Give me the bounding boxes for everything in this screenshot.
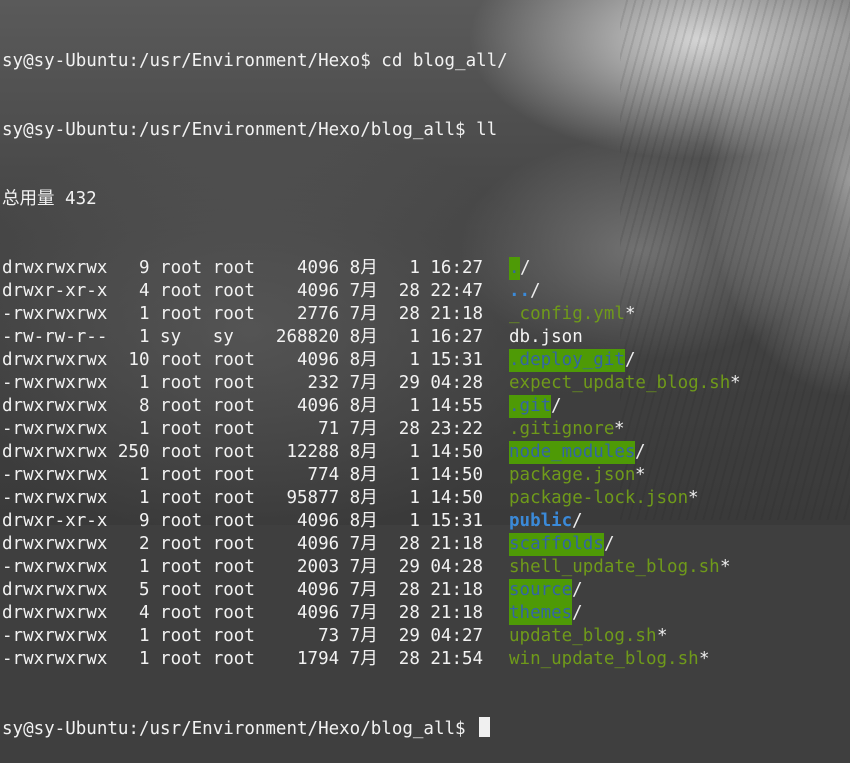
listing-row-type-indicator: * [625,304,636,324]
prompt-line: sy@sy-Ubuntu:/usr/Environment/Hexo/blog_… [2,120,498,140]
listing-row-type-indicator: / [520,258,531,278]
listing-row-name[interactable]: . [509,257,520,280]
listing-row-type-indicator: / [551,396,562,416]
listing-row: drwxrwxrwx 9 root root 4096 8月 1 16:27 .… [2,257,850,280]
listing-row: drwxr-xr-x 4 root root 4096 7月 28 22:47 … [2,280,850,303]
current-prompt-line[interactable]: sy@sy-Ubuntu:/usr/Environment/Hexo/blog_… [2,717,850,740]
listing-row-type-indicator: / [625,350,636,370]
listing-row-name[interactable]: _config.yml [509,303,625,326]
listing-row-meta: -rwxrwxrwx 1 root root 95877 8月 1 14:50 [2,488,494,508]
listing-row-name[interactable]: package.json [509,464,635,487]
listing-row-type-indicator: * [699,649,710,669]
listing-row: -rwxrwxrwx 1 root root 73 7月 29 04:27 up… [2,625,850,648]
listing-row-meta: -rwxrwxrwx 1 root root 2776 7月 28 21:18 [2,304,494,324]
listing-row: -rwxrwxrwx 1 root root 71 7月 28 23:22 .g… [2,418,850,441]
listing-row: -rwxrwxrwx 1 root root 774 8月 1 14:50 pa… [2,464,850,487]
listing-row-meta: -rwxrwxrwx 1 root root 774 8月 1 14:50 [2,465,494,485]
listing-row-meta: -rwxrwxrwx 1 root root 73 7月 29 04:27 [2,626,494,646]
text-cursor [479,717,491,737]
listing-row: -rwxrwxrwx 1 root root 232 7月 29 04:28 e… [2,372,850,395]
listing-row-name[interactable]: expect_update_blog.sh [509,372,730,395]
listing-row-meta: -rwxrwxrwx 1 root root 2003 7月 29 04:28 [2,557,494,577]
listing-row: -rwxrwxrwx 1 root root 2003 7月 29 04:28 … [2,556,850,579]
listing-row-name[interactable]: package-lock.json [509,487,688,510]
listing-row: -rwxrwxrwx 1 root root 95877 8月 1 14:50 … [2,487,850,510]
listing-row: drwxrwxrwx 4 root root 4096 7月 28 21:18 … [2,602,850,625]
listing-row-name[interactable]: scaffolds [509,533,604,556]
listing-row-name[interactable]: .deploy_git [509,349,625,372]
listing-row-meta: drwxrwxrwx 4 root root 4096 7月 28 21:18 [2,603,494,623]
current-prompt: sy@sy-Ubuntu:/usr/Environment/Hexo/blog_… [2,719,477,739]
prompt-line: sy@sy-Ubuntu:/usr/Environment/Hexo$ cd b… [2,51,508,71]
listing-row-name[interactable]: .. [509,280,530,303]
listing-row-type-indicator: * [688,488,699,508]
listing-row: -rwxrwxrwx 1 root root 1794 7月 28 21:54 … [2,648,850,671]
listing-row-meta: drwxrwxrwx 9 root root 4096 8月 1 16:27 [2,258,494,278]
listing-row-type-indicator: / [572,511,583,531]
listing-row-name[interactable]: public [509,510,572,533]
listing-row: -rw-rw-r-- 1 sy sy 268820 8月 1 16:27 db.… [2,326,850,349]
listing-row: drwxrwxrwx 10 root root 4096 8月 1 15:31 … [2,349,850,372]
listing-row: drwxrwxrwx 5 root root 4096 7月 28 21:18 … [2,579,850,602]
listing-row-name[interactable]: .gitignore [509,418,614,441]
listing-row-type-indicator: * [657,626,668,646]
listing-row: drwxrwxrwx 2 root root 4096 7月 28 21:18 … [2,533,850,556]
listing-row-name[interactable]: db.json [509,326,583,349]
listing-row: -rwxrwxrwx 1 root root 2776 7月 28 21:18 … [2,303,850,326]
listing-row-type-indicator: / [635,442,646,462]
listing-row-meta: drwxrwxrwx 10 root root 4096 8月 1 15:31 [2,350,494,370]
listing-row-meta: -rwxrwxrwx 1 root root 232 7月 29 04:28 [2,373,494,393]
listing-row-type-indicator: * [720,557,731,577]
listing-row-name[interactable]: shell_update_blog.sh [509,556,720,579]
listing-row-name[interactable]: themes [509,602,573,625]
listing-row-meta: drwxrwxrwx 2 root root 4096 7月 28 21:18 [2,534,494,554]
listing-row: drwxr-xr-x 9 root root 4096 8月 1 15:31 p… [2,510,850,533]
listing-row-meta: drwxrwxrwx 250 root root 12288 8月 1 14:5… [2,442,494,462]
listing-row: drwxrwxrwx 250 root root 12288 8月 1 14:5… [2,441,850,464]
listing-row-name[interactable]: update_blog.sh [509,625,657,648]
listing-row-type-indicator: / [572,580,583,600]
total-line: 总用量 432 [2,189,97,209]
listing-row-type-indicator: * [730,373,741,393]
terminal-output[interactable]: sy@sy-Ubuntu:/usr/Environment/Hexo$ cd b… [0,0,850,739]
listing-row-meta: drwxrwxrwx 8 root root 4096 8月 1 14:55 [2,396,494,416]
listing-row-type-indicator: * [614,419,625,439]
listing-row-meta: -rwxrwxrwx 1 root root 71 7月 28 23:22 [2,419,494,439]
listing-row-type-indicator: / [530,281,541,301]
listing-row-meta: drwxr-xr-x 9 root root 4096 8月 1 15:31 [2,511,494,531]
listing-row-name[interactable]: node_modules [509,441,636,464]
listing-row-meta: -rwxrwxrwx 1 root root 1794 7月 28 21:54 [2,649,494,669]
directory-listing: drwxrwxrwx 9 root root 4096 8月 1 16:27 .… [2,257,850,671]
listing-row-meta: -rw-rw-r-- 1 sy sy 268820 8月 1 16:27 [2,327,494,347]
listing-row-name[interactable]: source [509,579,573,602]
listing-row-name[interactable]: .git [509,395,552,418]
listing-row-meta: drwxr-xr-x 4 root root 4096 7月 28 22:47 [2,281,494,301]
listing-row-meta: drwxrwxrwx 5 root root 4096 7月 28 21:18 [2,580,494,600]
listing-row-type-indicator: / [604,534,615,554]
listing-row-type-indicator: * [635,465,646,485]
listing-row: drwxrwxrwx 8 root root 4096 8月 1 14:55 .… [2,395,850,418]
listing-row-name[interactable]: win_update_blog.sh [509,648,699,671]
listing-row-type-indicator: / [572,603,583,623]
